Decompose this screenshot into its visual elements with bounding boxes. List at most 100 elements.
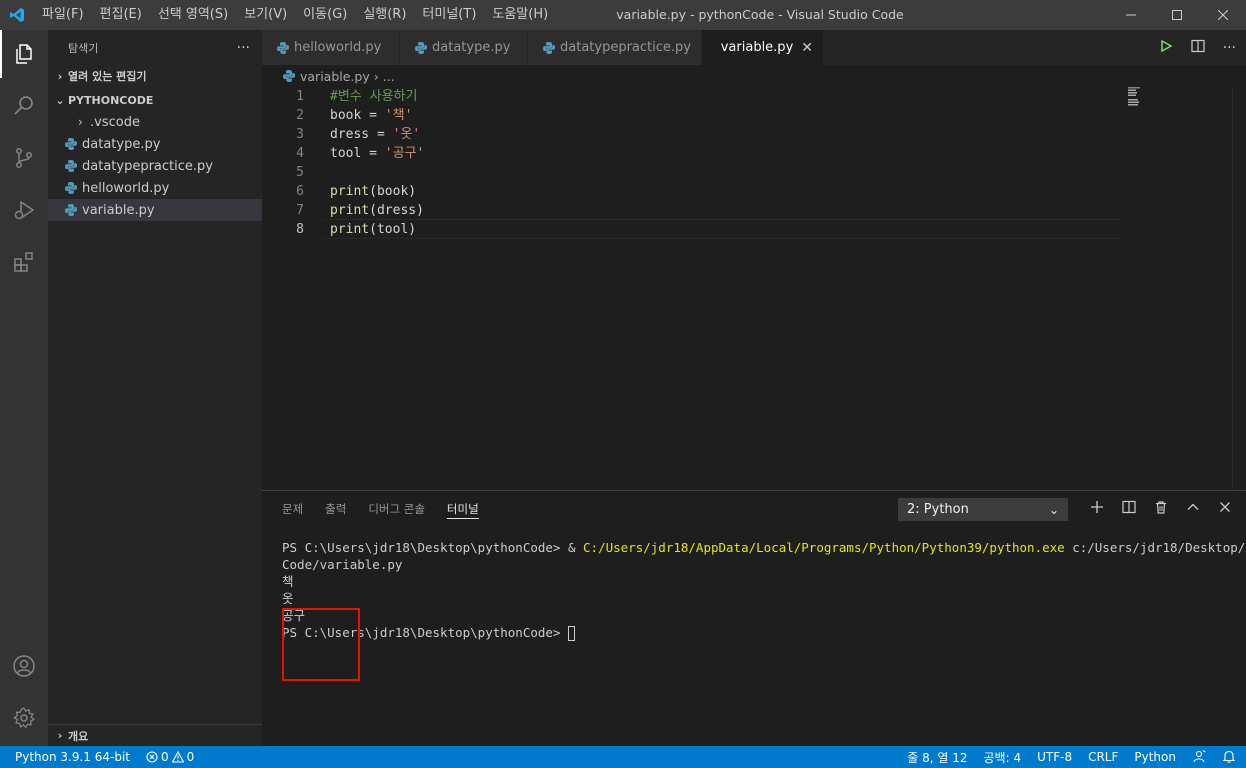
code-args: (tool) [369, 222, 417, 237]
close-tab-icon[interactable]: ✕ [801, 40, 813, 56]
tree-item-helloworld[interactable]: helloworld.py [48, 177, 262, 199]
line-number: 7 [296, 203, 304, 218]
python-file-icon [65, 138, 77, 150]
code-function: print [330, 203, 370, 218]
menu-help[interactable]: 도움말(H) [484, 0, 556, 30]
terminal-line: PS C:\Users\jdr18\Desktop\pythonCode> & … [282, 539, 1246, 556]
chevron-right-icon: › [57, 729, 63, 742]
menu-file[interactable]: 파일(F) [34, 0, 92, 30]
warning-count: 0 [186, 750, 195, 764]
trash-icon[interactable] [1154, 500, 1168, 518]
python-file-icon [65, 182, 77, 194]
panel-tabs: 문제 출력 디버그 콘솔 터미널 [282, 491, 479, 527]
open-editors-section[interactable]: › 열려 있는 편집기 [48, 65, 262, 87]
code-variable: tool [330, 146, 362, 161]
explorer-icon[interactable] [0, 30, 48, 78]
outline-section[interactable]: › 개요 [48, 724, 262, 746]
extensions-icon[interactable] [0, 238, 48, 286]
tree-item-datatype[interactable]: datatype.py [48, 133, 262, 155]
code-line: 6 print(book) [262, 182, 1122, 201]
tree-item-variable[interactable]: variable.py [48, 199, 262, 221]
status-left: Python 3.9.1 64-bit 0 0 [0, 750, 194, 764]
tab-debug-console[interactable]: 디버그 콘솔 [368, 491, 425, 527]
code-editor[interactable]: 1 #변수 사용하기 2 book = '책' 3 dress = '옷' 4 … [262, 87, 1246, 489]
tab-helloworld[interactable]: helloworld.py [262, 30, 400, 65]
explorer-header: 탐색기 ··· [48, 30, 262, 65]
search-icon[interactable] [0, 82, 48, 130]
more-actions-icon[interactable]: ··· [237, 40, 250, 56]
code-comment: #변수 사용하기 [330, 89, 418, 104]
menu-edit[interactable]: 편집(E) [92, 0, 150, 30]
code-line: 2 book = '책' [262, 106, 1122, 125]
code-string: '옷' [392, 127, 421, 142]
terminal-prompt: PS C:\Users\jdr18\Desktop\pythonCode> & [282, 540, 584, 555]
settings-gear-icon[interactable] [0, 694, 48, 742]
tab-terminal[interactable]: 터미널 [446, 491, 479, 519]
minimize-icon[interactable] [1108, 0, 1154, 30]
tab-datatype[interactable]: datatype.py [400, 30, 528, 65]
project-section[interactable]: ⌄ PYTHONCODE [48, 89, 262, 111]
editor-actions: ··· [1159, 30, 1236, 65]
line-number: 5 [296, 165, 304, 180]
chevron-up-icon[interactable] [1186, 500, 1200, 518]
menu-run[interactable]: 실행(R) [355, 0, 414, 30]
close-panel-icon[interactable] [1218, 500, 1232, 518]
editor-scrollbar[interactable] [1232, 87, 1246, 489]
maximize-icon[interactable] [1154, 0, 1200, 30]
line-ending[interactable]: CRLF [1088, 750, 1118, 764]
terminal-output[interactable]: PS C:\Users\jdr18\Desktop\pythonCode> & … [282, 539, 1246, 681]
tab-output[interactable]: 출력 [325, 491, 346, 527]
notifications-bell-icon[interactable] [1222, 749, 1236, 766]
problems-indicator[interactable]: 0 0 [146, 750, 194, 764]
indentation[interactable]: 공백: 4 [984, 749, 1022, 766]
code-operator: = [369, 127, 393, 142]
breadcrumb-file[interactable]: variable.py [300, 69, 370, 84]
more-actions-icon[interactable]: ··· [1223, 40, 1236, 56]
tree-item-vscode[interactable]: › .vscode [48, 111, 262, 133]
tab-problems[interactable]: 문제 [282, 491, 303, 527]
tree-item-label: .vscode [90, 114, 140, 130]
encoding[interactable]: UTF-8 [1037, 750, 1072, 764]
run-debug-icon[interactable] [0, 186, 48, 234]
vscode-logo-icon[interactable] [0, 0, 34, 30]
code-args: (dress) [369, 203, 424, 218]
code-line: 7 print(dress) [262, 201, 1122, 220]
breadcrumb: variable.py › ... [262, 65, 1246, 87]
explorer-title: 탐색기 [68, 41, 99, 55]
terminal-exe-path: C:/Users/jdr18/AppData/Local/Programs/Py… [583, 540, 1065, 555]
feedback-icon[interactable] [1192, 749, 1206, 766]
menu-selection[interactable]: 선택 영역(S) [150, 0, 236, 30]
cursor-position[interactable]: 줄 8, 열 12 [907, 749, 967, 766]
tab-variable[interactable]: variable.py ✕ [702, 30, 824, 65]
terminal-select-value: 2: Python [907, 502, 969, 517]
code-line: 8 print(tool) [262, 220, 1122, 239]
code-text: print(tool) [330, 220, 416, 239]
close-window-icon[interactable] [1200, 0, 1246, 30]
code-string: '공구' [384, 146, 425, 161]
split-editor-icon[interactable] [1191, 39, 1205, 57]
code-line: 5 [262, 163, 1122, 182]
tab-datatypepractice[interactable]: datatypepractice.py [528, 30, 702, 65]
source-control-icon[interactable] [0, 134, 48, 182]
language-mode[interactable]: Python [1134, 750, 1176, 764]
line-number: 4 [296, 146, 304, 161]
python-interpreter[interactable]: Python 3.9.1 64-bit [15, 750, 130, 764]
menu-view[interactable]: 보기(V) [236, 0, 295, 30]
tree-item-datatypepractice[interactable]: datatypepractice.py [48, 155, 262, 177]
menu-terminal[interactable]: 터미널(T) [414, 0, 484, 30]
menu-go[interactable]: 이동(G) [295, 0, 355, 30]
run-file-icon[interactable] [1159, 39, 1173, 57]
account-icon[interactable] [0, 642, 48, 690]
new-terminal-icon[interactable] [1090, 500, 1104, 518]
breadcrumb-symbol[interactable]: ... [383, 69, 395, 84]
minimap[interactable] [1128, 87, 1232, 107]
tab-label: datatypepractice.py [560, 40, 691, 55]
menu-bar: 파일(F) 편집(E) 선택 영역(S) 보기(V) 이동(G) 실행(R) 터… [34, 0, 556, 30]
terminal-line: PS C:\Users\jdr18\Desktop\pythonCode> [282, 624, 1246, 641]
terminal-select[interactable]: 2: Python ⌄ [898, 498, 1068, 521]
activity-bar [0, 30, 48, 746]
python-file-icon [415, 41, 427, 54]
error-icon [146, 751, 158, 763]
split-terminal-icon[interactable] [1122, 500, 1136, 518]
explorer-sidebar: 탐색기 ··· › 열려 있는 편집기 ⌄ PYTHONCODE › .vsco… [48, 30, 262, 746]
